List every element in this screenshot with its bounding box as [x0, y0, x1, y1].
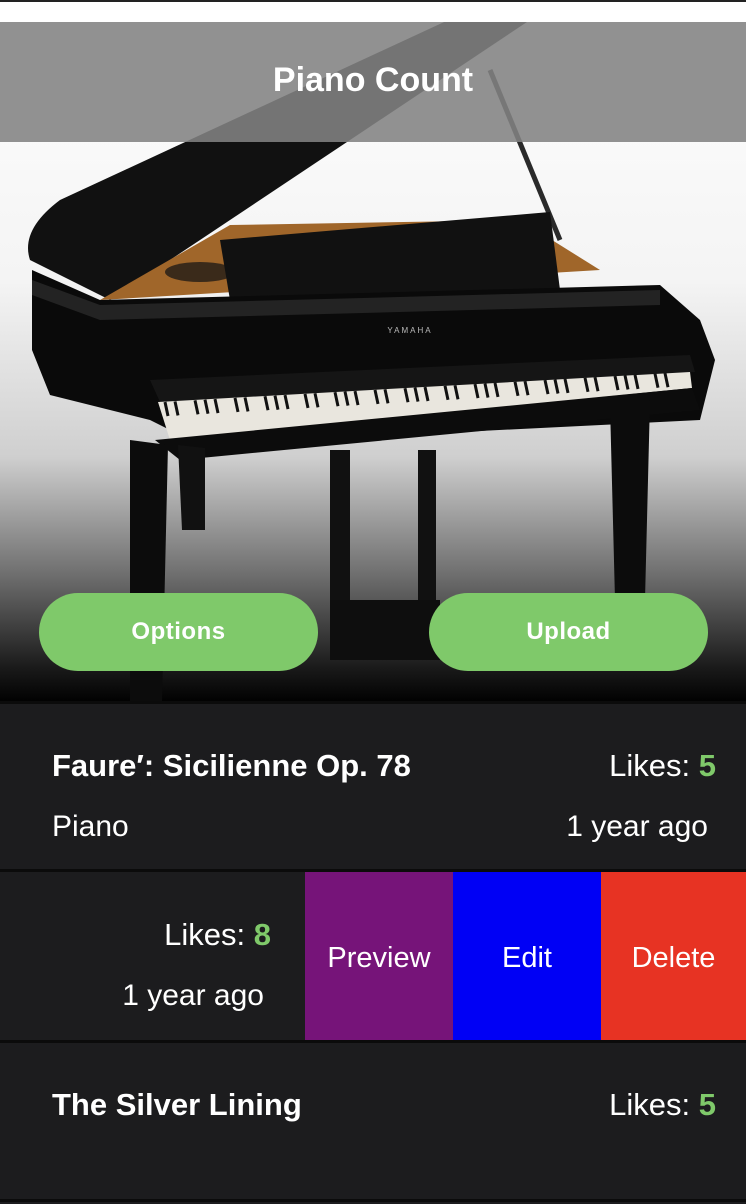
item-time: 1 year ago — [122, 979, 264, 1012]
item-title: Faure′: Sicilienne Op. 78 — [52, 748, 411, 783]
options-button[interactable]: Options — [39, 593, 318, 671]
preview-button[interactable]: Preview — [305, 872, 453, 1040]
page-title: Piano Count — [272, 61, 474, 99]
likes-count: 5 — [698, 1087, 716, 1122]
likes-label: Likes: — [609, 748, 699, 783]
likes-count: 5 — [698, 748, 716, 783]
list-item[interactable]: Faure′: Sicilienne Op. 78 Piano Likes: 5… — [0, 704, 746, 870]
list-item[interactable]: The Silver Lining Likes: 5 — [0, 1043, 746, 1204]
item-likes: Likes: 5 — [609, 748, 716, 784]
upload-button[interactable]: Upload — [429, 593, 708, 671]
likes-count: 8 — [253, 917, 271, 952]
edit-button[interactable]: Edit — [453, 872, 601, 1040]
item-subtitle: Piano — [52, 810, 129, 843]
item-time: 1 year ago — [566, 810, 708, 843]
piano-brand: YAMAHA — [387, 326, 432, 335]
likes-label: Likes: — [164, 917, 254, 952]
delete-button[interactable]: Delete — [601, 872, 746, 1040]
top-strip — [0, 0, 746, 22]
likes-label: Likes: — [609, 1087, 699, 1122]
item-title: The Silver Lining — [52, 1087, 302, 1122]
divider — [0, 1199, 746, 1202]
item-likes: Likes: 8 — [164, 917, 271, 953]
item-likes: Likes: 5 — [609, 1087, 716, 1123]
